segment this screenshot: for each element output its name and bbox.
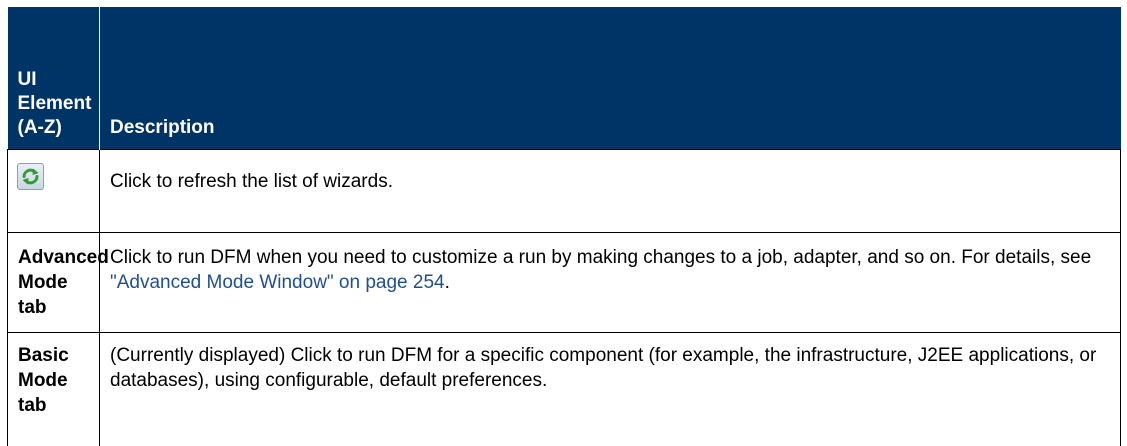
description-text-end: . (445, 272, 450, 293)
description-text: Click to run DFM when you need to custom… (110, 247, 1091, 268)
element-label-line1: Basic (18, 345, 69, 366)
table-row: Advanced Mode tab Click to run DFM when … (8, 233, 1121, 333)
header-ui-element-line2: Element (18, 93, 92, 114)
element-label-line2: Mode tab (18, 272, 68, 318)
advanced-mode-window-link[interactable]: "Advanced Mode Window" on page 254 (110, 272, 445, 293)
element-label-line2: Mode tab (18, 370, 68, 416)
description-cell: Click to refresh the list of wizards. (100, 150, 1121, 233)
description-cell: Click to run DFM when you need to custom… (100, 233, 1121, 333)
description-cell: (Currently displayed) Click to run DFM f… (100, 333, 1121, 446)
header-ui-element-line3: (A-Z) (18, 117, 62, 138)
element-cell: Advanced Mode tab (8, 233, 100, 333)
header-ui-element-line1: UI (18, 69, 37, 90)
header-ui-element: UI Element (A-Z) (8, 7, 100, 150)
element-cell (8, 150, 100, 233)
element-label-line1: Advanced (18, 247, 109, 268)
ui-elements-table: UI Element (A-Z) Description Click to re… (7, 7, 1121, 446)
element-cell: Basic Mode tab (8, 333, 100, 446)
header-description: Description (100, 7, 1121, 150)
refresh-icon (17, 163, 44, 190)
table-row: Click to refresh the list of wizards. (8, 150, 1121, 233)
table-row: Basic Mode tab (Currently displayed) Cli… (8, 333, 1121, 446)
table-header-row: UI Element (A-Z) Description (8, 7, 1121, 150)
